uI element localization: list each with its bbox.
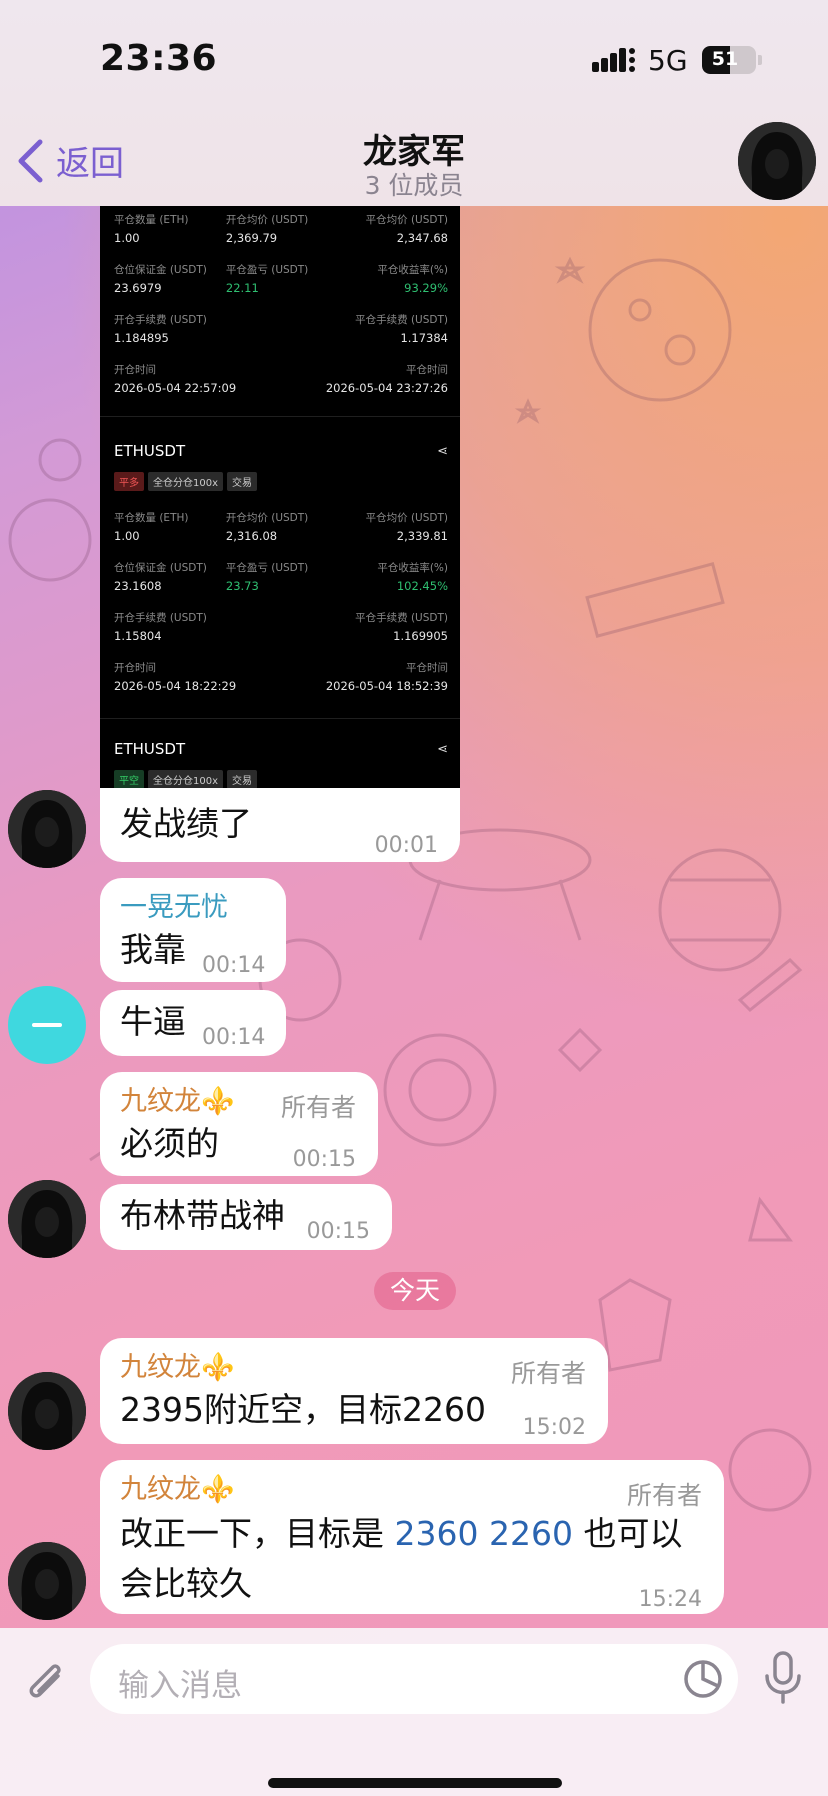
message-text-line2: 会比较久 xyxy=(120,1564,252,1603)
battery-cap xyxy=(758,55,762,65)
hooded-figure-icon xyxy=(8,1542,86,1620)
status-time: 23:36 xyxy=(100,38,218,79)
share-icon: ⋖ xyxy=(437,742,448,757)
message-bubble[interactable]: 一晃无忧 我靠 00:14 xyxy=(100,878,286,982)
sender-name[interactable]: 九纹龙⚜️ xyxy=(120,1350,235,1386)
message-time: 00:14 xyxy=(202,953,266,978)
battery-percent: 51 xyxy=(711,48,739,70)
message-bubble[interactable]: 牛逼 00:14 xyxy=(100,990,286,1056)
navigation-header: 23:36 5G 51 返回 龙家军 3 位成员 xyxy=(0,0,828,206)
member-count: 3 位成员 xyxy=(364,171,464,200)
input-placeholder: 输入消息 xyxy=(118,1668,242,1704)
role-badge: 所有者 xyxy=(280,1093,356,1122)
avatar[interactable] xyxy=(8,1372,86,1450)
role-badge: 所有者 xyxy=(510,1359,586,1388)
trade-symbol: ETHUSDT xyxy=(114,740,186,758)
message-time: 00:15 xyxy=(306,1219,370,1244)
avatar[interactable] xyxy=(8,986,86,1064)
group-avatar[interactable] xyxy=(738,122,816,200)
network-type: 5G xyxy=(648,44,688,77)
message-text: 改正一下，目标是 2360 2260 也可以 xyxy=(120,1514,683,1553)
message-bubble[interactable]: 九纹龙⚜️ 所有者 改正一下，目标是 2360 2260 也可以 会比较久 15… xyxy=(100,1460,724,1614)
share-icon: ⋖ xyxy=(437,444,448,459)
message-text: 2395附近空，目标2260 xyxy=(120,1390,486,1429)
message-time: 15:24 xyxy=(638,1587,702,1612)
attach-button[interactable] xyxy=(22,1654,70,1710)
voice-button[interactable] xyxy=(762,1650,804,1710)
avatar[interactable] xyxy=(8,1542,86,1620)
message-bubble[interactable]: 发战绩了 00:01 xyxy=(100,788,460,862)
message-text: 布林带战神 xyxy=(120,1196,285,1235)
battery-icon: 51 xyxy=(702,46,756,74)
microphone-icon xyxy=(765,1651,801,1704)
hooded-figure-icon xyxy=(8,790,86,868)
hooded-figure-icon xyxy=(738,122,816,200)
message-text: 必须的 xyxy=(120,1124,219,1163)
message-text: 我靠 xyxy=(120,930,186,969)
home-indicator[interactable] xyxy=(268,1778,562,1788)
message-bubble[interactable]: 九纹龙⚜️ 所有者 2395附近空，目标2260 15:02 xyxy=(100,1338,608,1444)
message-bubble[interactable]: 布林带战神 00:15 xyxy=(100,1184,392,1250)
message-time: 00:15 xyxy=(292,1147,356,1172)
message-text: 发战绩了 xyxy=(120,804,252,843)
paperclip-icon xyxy=(29,1664,61,1698)
avatar[interactable] xyxy=(8,1180,86,1258)
message-bubble[interactable]: 九纹龙⚜️ 所有者 必须的 00:15 xyxy=(100,1072,378,1176)
sender-name[interactable]: 九纹龙⚜️ xyxy=(120,1084,235,1120)
message-link[interactable]: 2360 2260 xyxy=(395,1514,573,1553)
hooded-figure-icon xyxy=(8,1372,86,1450)
composer: 输入消息 xyxy=(0,1628,828,1796)
avatar[interactable] xyxy=(8,790,86,868)
signal-icon xyxy=(592,48,635,72)
message-input[interactable]: 输入消息 xyxy=(90,1644,738,1714)
sender-name[interactable]: 一晃无忧 xyxy=(120,890,228,926)
message-time: 00:01 xyxy=(374,833,438,858)
message-time: 15:02 xyxy=(522,1415,586,1440)
sender-name[interactable]: 九纹龙⚜️ xyxy=(120,1472,235,1508)
message-time: 00:14 xyxy=(202,1025,266,1050)
sticker-icon[interactable] xyxy=(682,1658,724,1700)
date-separator: 今天 xyxy=(374,1272,457,1310)
message-text: 牛逼 xyxy=(120,1002,186,1041)
trade-history-image[interactable]: 平仓数量 (ETH) 1.00 开仓均价 (USDT) 2,369.79 平仓均价 … xyxy=(100,206,460,788)
hooded-figure-icon xyxy=(8,1180,86,1258)
trade-symbol: ETHUSDT xyxy=(114,442,186,460)
